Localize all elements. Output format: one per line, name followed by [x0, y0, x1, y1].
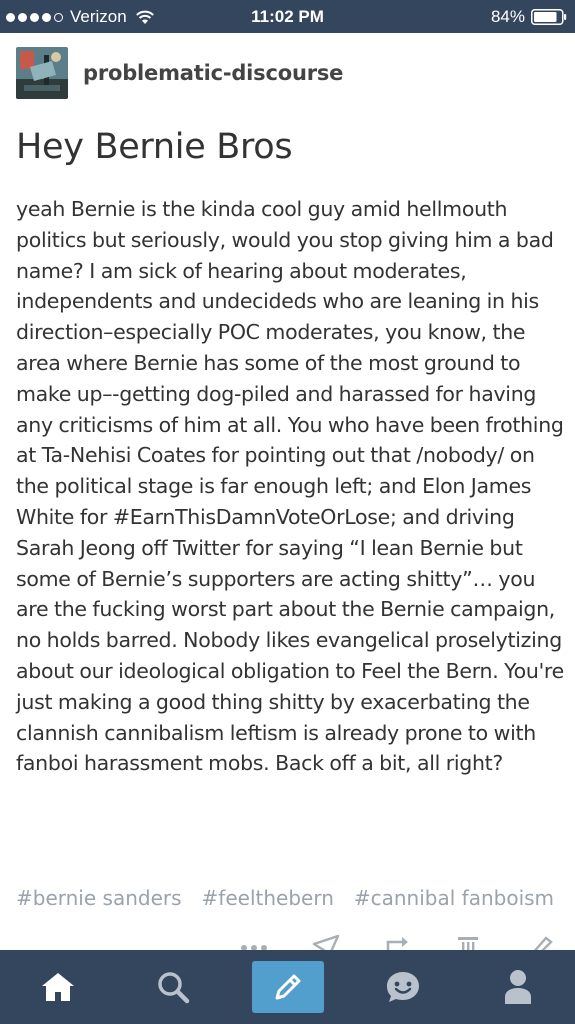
account-icon [504, 970, 531, 1004]
reblog-icon[interactable] [384, 934, 412, 950]
battery-icon [531, 9, 567, 25]
post-actions [0, 932, 575, 950]
delete-icon[interactable] [455, 934, 481, 950]
search-icon [157, 972, 189, 1004]
battery-percent: 84% [490, 7, 525, 26]
tag[interactable]: #feelthebern [202, 886, 334, 910]
tab-bar [0, 950, 575, 1024]
compose-button[interactable] [251, 961, 324, 1013]
avatar-image [16, 47, 68, 99]
compose-icon [275, 974, 300, 1000]
tag-list: #bernie sanders #feelthebern #cannibal f… [16, 886, 575, 910]
avatar[interactable] [16, 47, 68, 99]
share-icon[interactable] [312, 934, 340, 950]
tab-compose[interactable] [230, 950, 345, 1024]
edit-icon[interactable] [526, 934, 554, 950]
post-header[interactable]: problematic-discourse [16, 47, 343, 99]
post-body: yeah Bernie is the kinda cool guy amid h… [16, 197, 564, 776]
tag[interactable]: #bernie sanders [16, 886, 182, 910]
tag[interactable]: #cannibal fanboism [354, 886, 554, 910]
post-title: Hey Bernie Bros [16, 127, 293, 167]
clock: 11:02 PM [251, 7, 324, 26]
status-right: 84% [491, 7, 567, 27]
tab-activity[interactable] [345, 950, 460, 1024]
blog-name[interactable]: problematic-discourse [83, 61, 343, 85]
status-bar: Verizon 11:02 PM 84% [0, 0, 575, 33]
tab-account[interactable] [460, 950, 575, 1024]
activity-icon [386, 972, 419, 1002]
tab-search[interactable] [115, 950, 230, 1024]
tab-home[interactable] [0, 950, 115, 1024]
home-icon [41, 973, 74, 1001]
